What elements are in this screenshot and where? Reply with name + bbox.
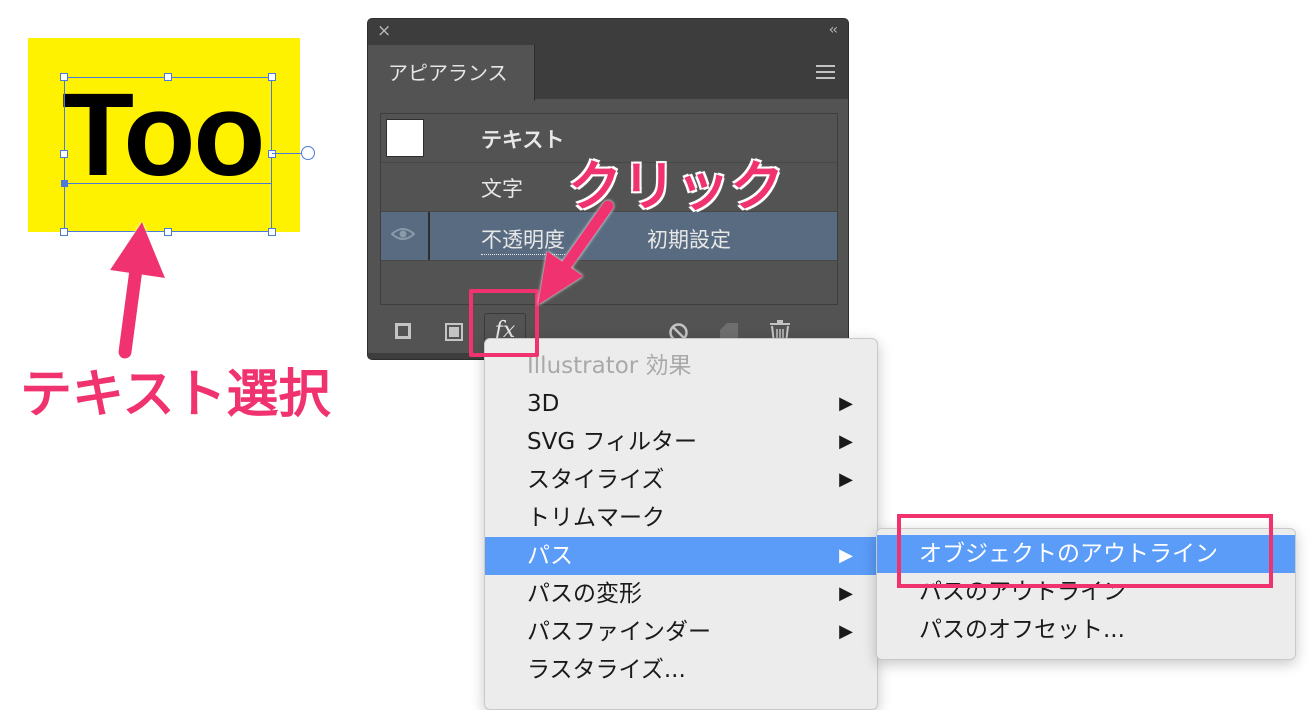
annotation-arrows (110, 200, 614, 359)
annotation-click: クリック (568, 155, 784, 218)
arrow-to-text-object (110, 222, 165, 359)
annotation-select-text: テキスト選択 (20, 365, 331, 425)
